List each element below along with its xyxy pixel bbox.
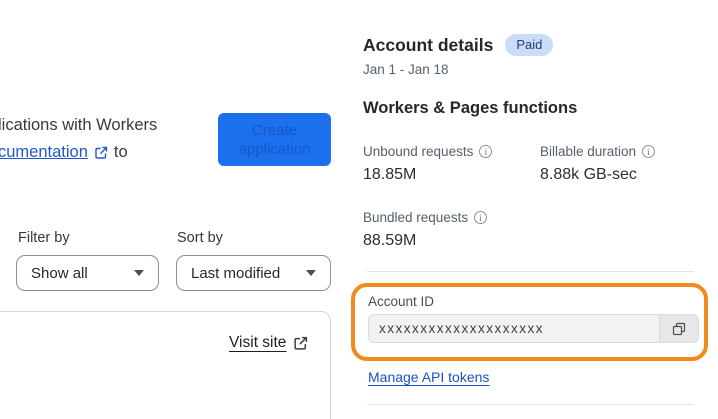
account-details-header: Account details Paid	[363, 34, 554, 56]
intro-text-after-link: to	[113, 143, 128, 161]
intro-text-line2: cumentation to	[0, 143, 128, 162]
chevron-down-icon	[134, 270, 144, 276]
create-application-button[interactable]: Create application	[218, 113, 331, 166]
account-id-field[interactable]: xxxxxxxxxxxxxxxxxxxx	[368, 314, 699, 343]
sort-select-value: Last modified	[191, 264, 281, 282]
chevron-down-icon	[306, 270, 316, 276]
metric-value-billable-duration: 8.88k GB-sec	[540, 166, 637, 183]
filter-by-label: Filter by	[18, 230, 70, 246]
external-link-icon	[94, 146, 108, 160]
metric-value-unbound-requests: 18.85M	[363, 166, 417, 183]
billing-date-range: Jan 1 - Jan 18	[363, 62, 449, 77]
functions-section-title: Workers & Pages functions	[363, 99, 578, 117]
metric-label-unbound-requests: Unbound requests i	[363, 144, 493, 159]
sort-by-label: Sort by	[177, 230, 223, 246]
metric-label-billable-duration: Billable duration i	[540, 144, 656, 159]
metric-value-bundled-requests: 88.59M	[363, 232, 417, 249]
divider	[367, 271, 694, 272]
copy-account-id-button[interactable]	[659, 315, 698, 342]
filter-select-value: Show all	[31, 264, 88, 282]
external-link-icon	[293, 336, 308, 351]
project-card	[0, 311, 331, 419]
copy-icon	[671, 321, 687, 337]
filter-select[interactable]: Show all	[16, 255, 159, 291]
workers-pages-dashboard: lications with Workers cumentation to Cr…	[0, 0, 718, 419]
manage-api-tokens-link[interactable]: Manage API tokens	[368, 369, 489, 385]
metric-label-bundled-requests: Bundled requests i	[363, 210, 488, 225]
account-id-label: Account ID	[368, 294, 435, 309]
info-icon[interactable]: i	[479, 145, 493, 158]
intro-text-line1: lications with Workers	[0, 116, 158, 134]
info-icon[interactable]: i	[474, 211, 488, 224]
info-icon[interactable]: i	[642, 145, 656, 158]
documentation-link[interactable]: cumentation	[0, 143, 88, 162]
plan-badge: Paid	[505, 34, 554, 56]
account-id-value[interactable]: xxxxxxxxxxxxxxxxxxxx	[369, 321, 659, 336]
divider	[367, 404, 694, 405]
visit-site-link[interactable]: Visit site	[229, 334, 286, 352]
visit-site-row: Visit site	[229, 334, 308, 352]
account-details-title: Account details	[363, 34, 494, 55]
sort-select[interactable]: Last modified	[176, 255, 331, 291]
